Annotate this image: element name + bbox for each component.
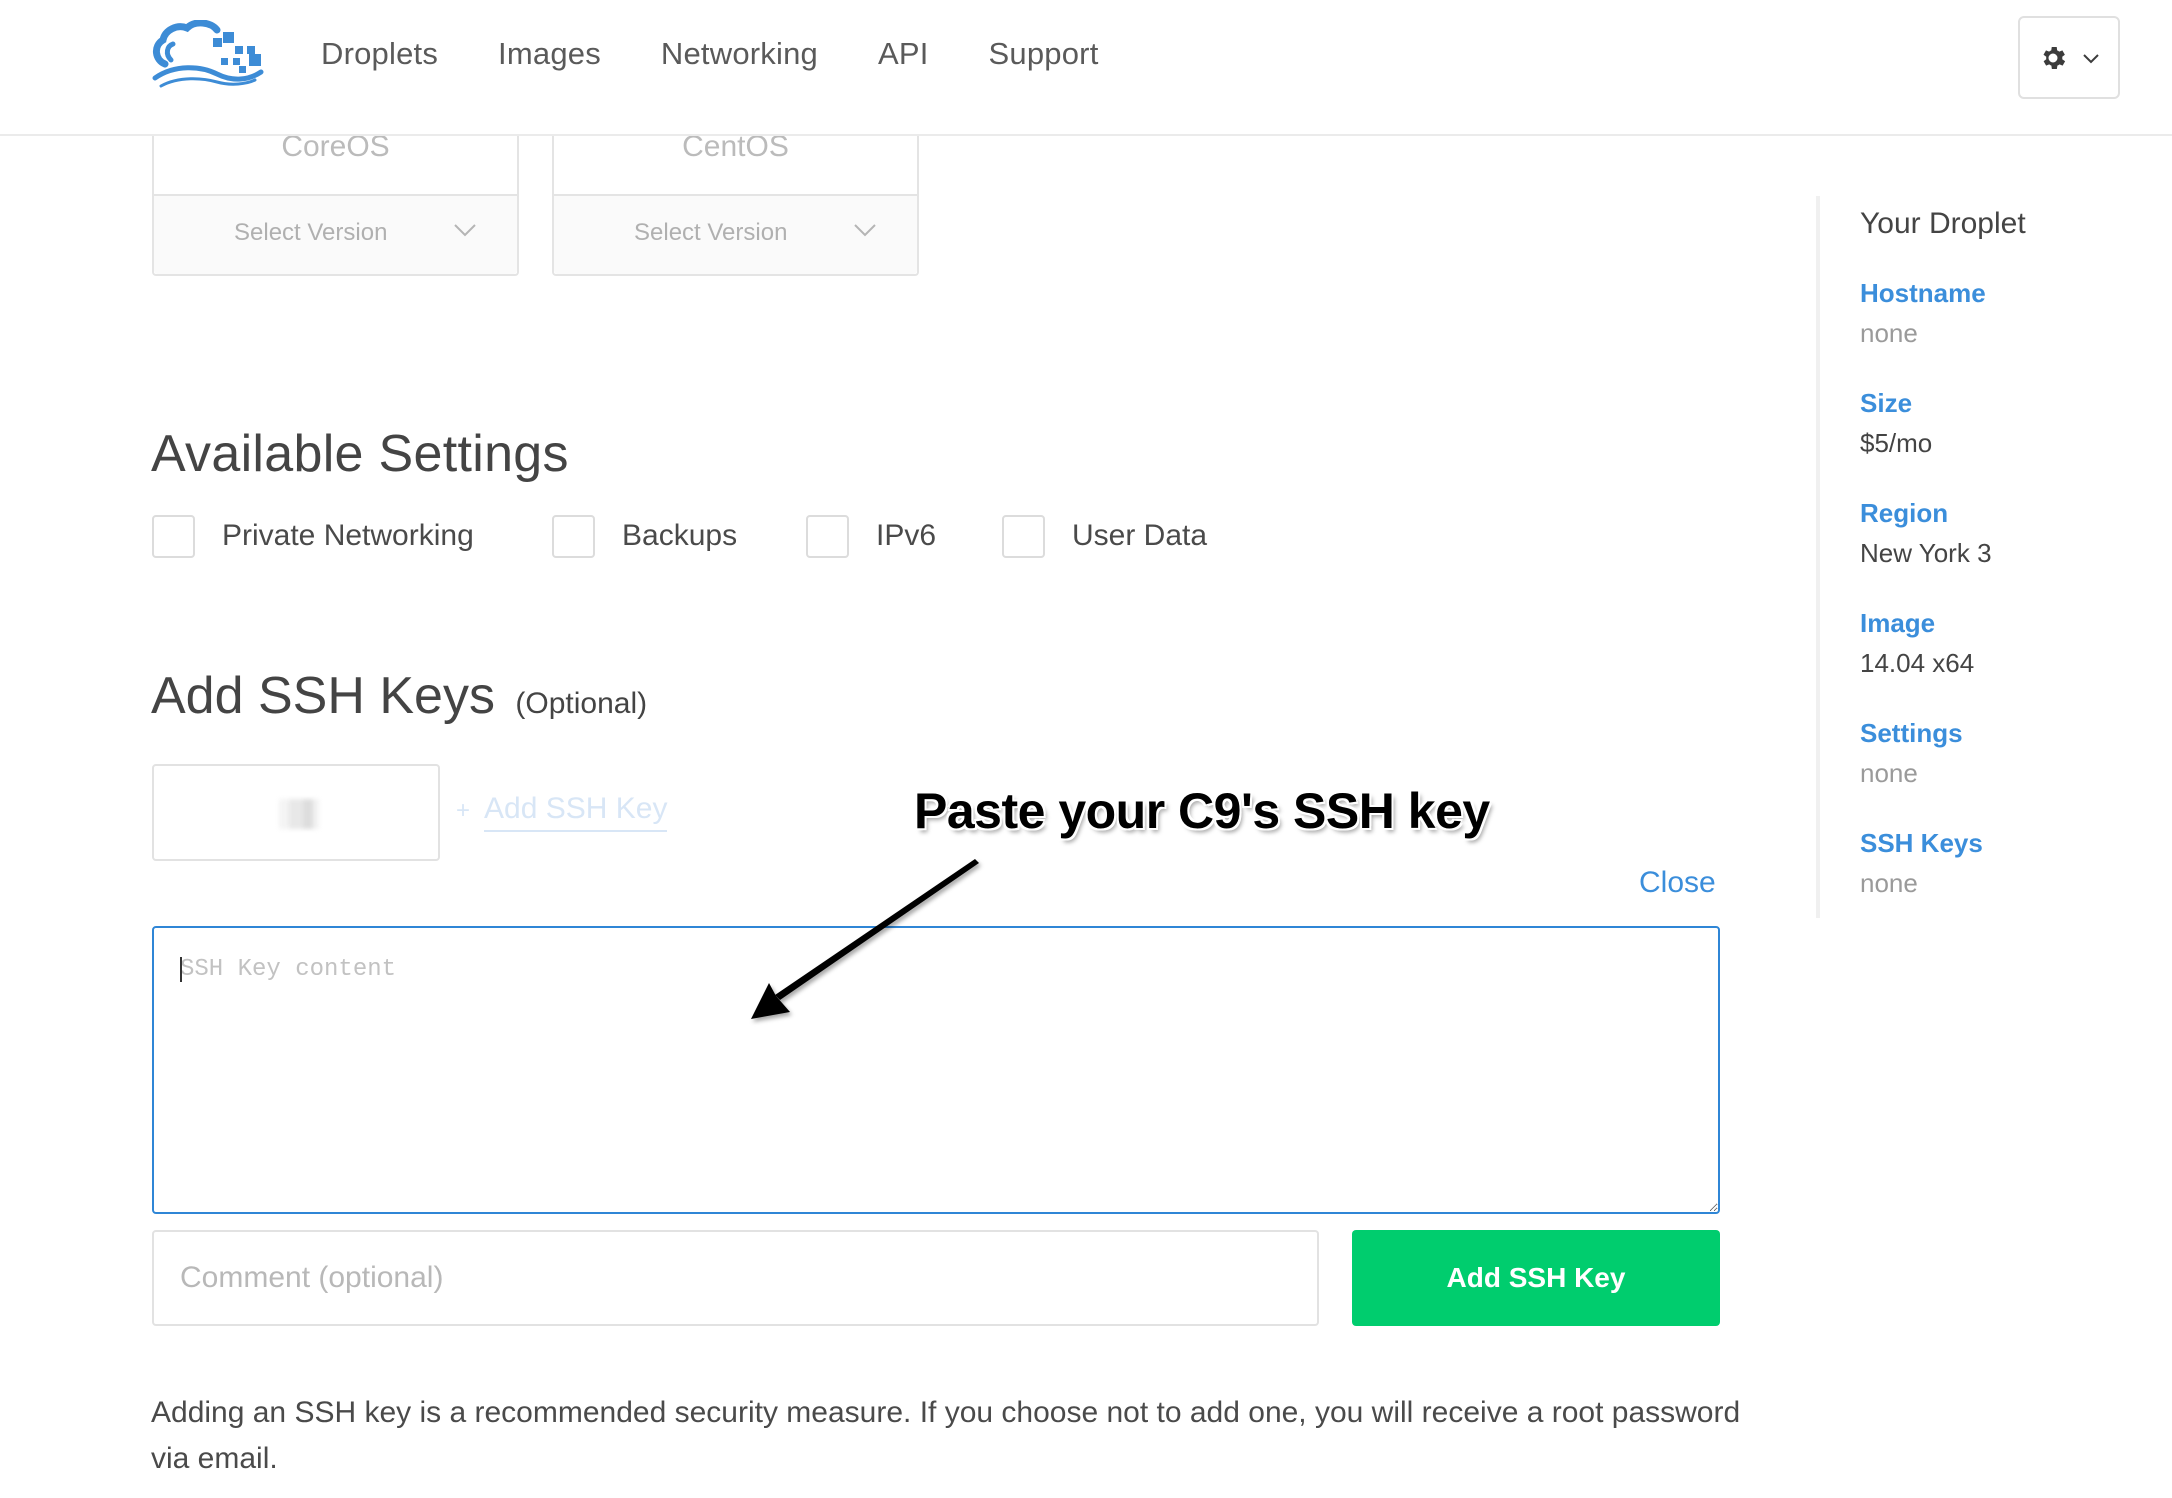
available-settings-heading: Available Settings: [151, 425, 569, 483]
chevron-down-icon: [2083, 53, 2099, 63]
checkbox[interactable]: [1002, 514, 1045, 558]
summary-label[interactable]: Region: [1860, 496, 1992, 530]
setting-label: Private Networking: [222, 519, 474, 552]
chevron-down-icon: [454, 224, 476, 237]
summary-value: New York 3: [1860, 538, 1992, 568]
plus-icon: +: [456, 797, 471, 824]
settings-menu-button[interactable]: [2018, 16, 2120, 99]
version-select-label: Select Version: [634, 219, 788, 246]
setting-backups[interactable]: Backups: [552, 514, 737, 558]
setting-user-data[interactable]: User Data: [1002, 514, 1207, 558]
ssh-key-content-textarea[interactable]: [152, 926, 1720, 1214]
setting-ipv6[interactable]: IPv6: [806, 514, 936, 558]
setting-label: User Data: [1072, 519, 1208, 552]
summary-label[interactable]: Hostname: [1860, 276, 1986, 310]
droplet-summary-title: Your Droplet: [1860, 207, 2026, 240]
add-ssh-key-button[interactable]: Add SSH Key: [1352, 1230, 1720, 1326]
annotation-callout: Paste your C9's SSH key: [914, 783, 1490, 839]
setting-private-networking[interactable]: Private Networking: [152, 514, 474, 558]
summary-label[interactable]: SSH Keys: [1860, 826, 1983, 860]
nav-support[interactable]: Support: [989, 34, 1099, 74]
summary-value: none: [1860, 758, 1918, 788]
setting-label: Backups: [622, 519, 738, 552]
summary-ssh-keys: SSH Keys none: [1860, 826, 1983, 900]
version-select[interactable]: Select Version: [154, 194, 517, 274]
summary-region: Region New York 3: [1860, 496, 1992, 570]
summary-size: Size $5/mo: [1860, 386, 1932, 460]
redacted-key-name: [279, 799, 319, 829]
checkbox[interactable]: [552, 514, 595, 558]
digitalocean-cloud-logo-icon: [152, 19, 264, 88]
summary-label[interactable]: Settings: [1860, 716, 1963, 750]
logo-link[interactable]: [151, 19, 265, 88]
add-ssh-key-link[interactable]: + Add SSH Key: [456, 792, 668, 832]
text-cursor: [180, 957, 182, 982]
version-select[interactable]: Select Version: [554, 194, 917, 274]
summary-value: $5/mo: [1860, 428, 1933, 458]
ssh-heading-title: Add SSH Keys: [151, 667, 495, 725]
summary-value: none: [1860, 868, 1918, 898]
summary-value: 14.04 x64: [1860, 648, 1975, 678]
version-select-label: Select Version: [234, 219, 388, 246]
summary-label[interactable]: Image: [1860, 606, 1974, 640]
nav-images[interactable]: Images: [498, 34, 601, 74]
summary-image: Image 14.04 x64: [1860, 606, 1974, 680]
gear-icon: [2043, 46, 2066, 69]
ssh-key-comment-input[interactable]: [152, 1230, 1319, 1326]
nav-api[interactable]: API: [878, 34, 929, 74]
existing-ssh-key-card[interactable]: [152, 764, 440, 861]
ssh-heading-optional: (Optional): [515, 687, 648, 720]
summary-hostname: Hostname none: [1860, 276, 1986, 350]
nav-networking[interactable]: Networking: [661, 34, 818, 74]
chevron-down-icon: [854, 224, 876, 237]
checkbox[interactable]: [806, 514, 849, 558]
setting-label: IPv6: [876, 519, 937, 552]
top-navigation-bar: Droplets Images Networking API Support: [0, 0, 2172, 136]
nav-droplets[interactable]: Droplets: [321, 34, 438, 74]
add-ssh-key-link-label: Add SSH Key: [484, 792, 668, 832]
summary-value: none: [1860, 318, 1918, 348]
add-ssh-keys-heading: Add SSH Keys (Optional): [151, 666, 647, 726]
main-nav: Droplets Images Networking API Support: [321, 34, 1099, 74]
close-ssh-form-link[interactable]: Close: [1639, 866, 1716, 900]
summary-label[interactable]: Size: [1860, 386, 1932, 420]
summary-settings: Settings none: [1860, 716, 1963, 790]
ssh-help-text: Adding an SSH key is a recommended secur…: [151, 1396, 1741, 1475]
checkbox[interactable]: [152, 514, 195, 558]
sidebar-divider: [1816, 196, 1820, 918]
